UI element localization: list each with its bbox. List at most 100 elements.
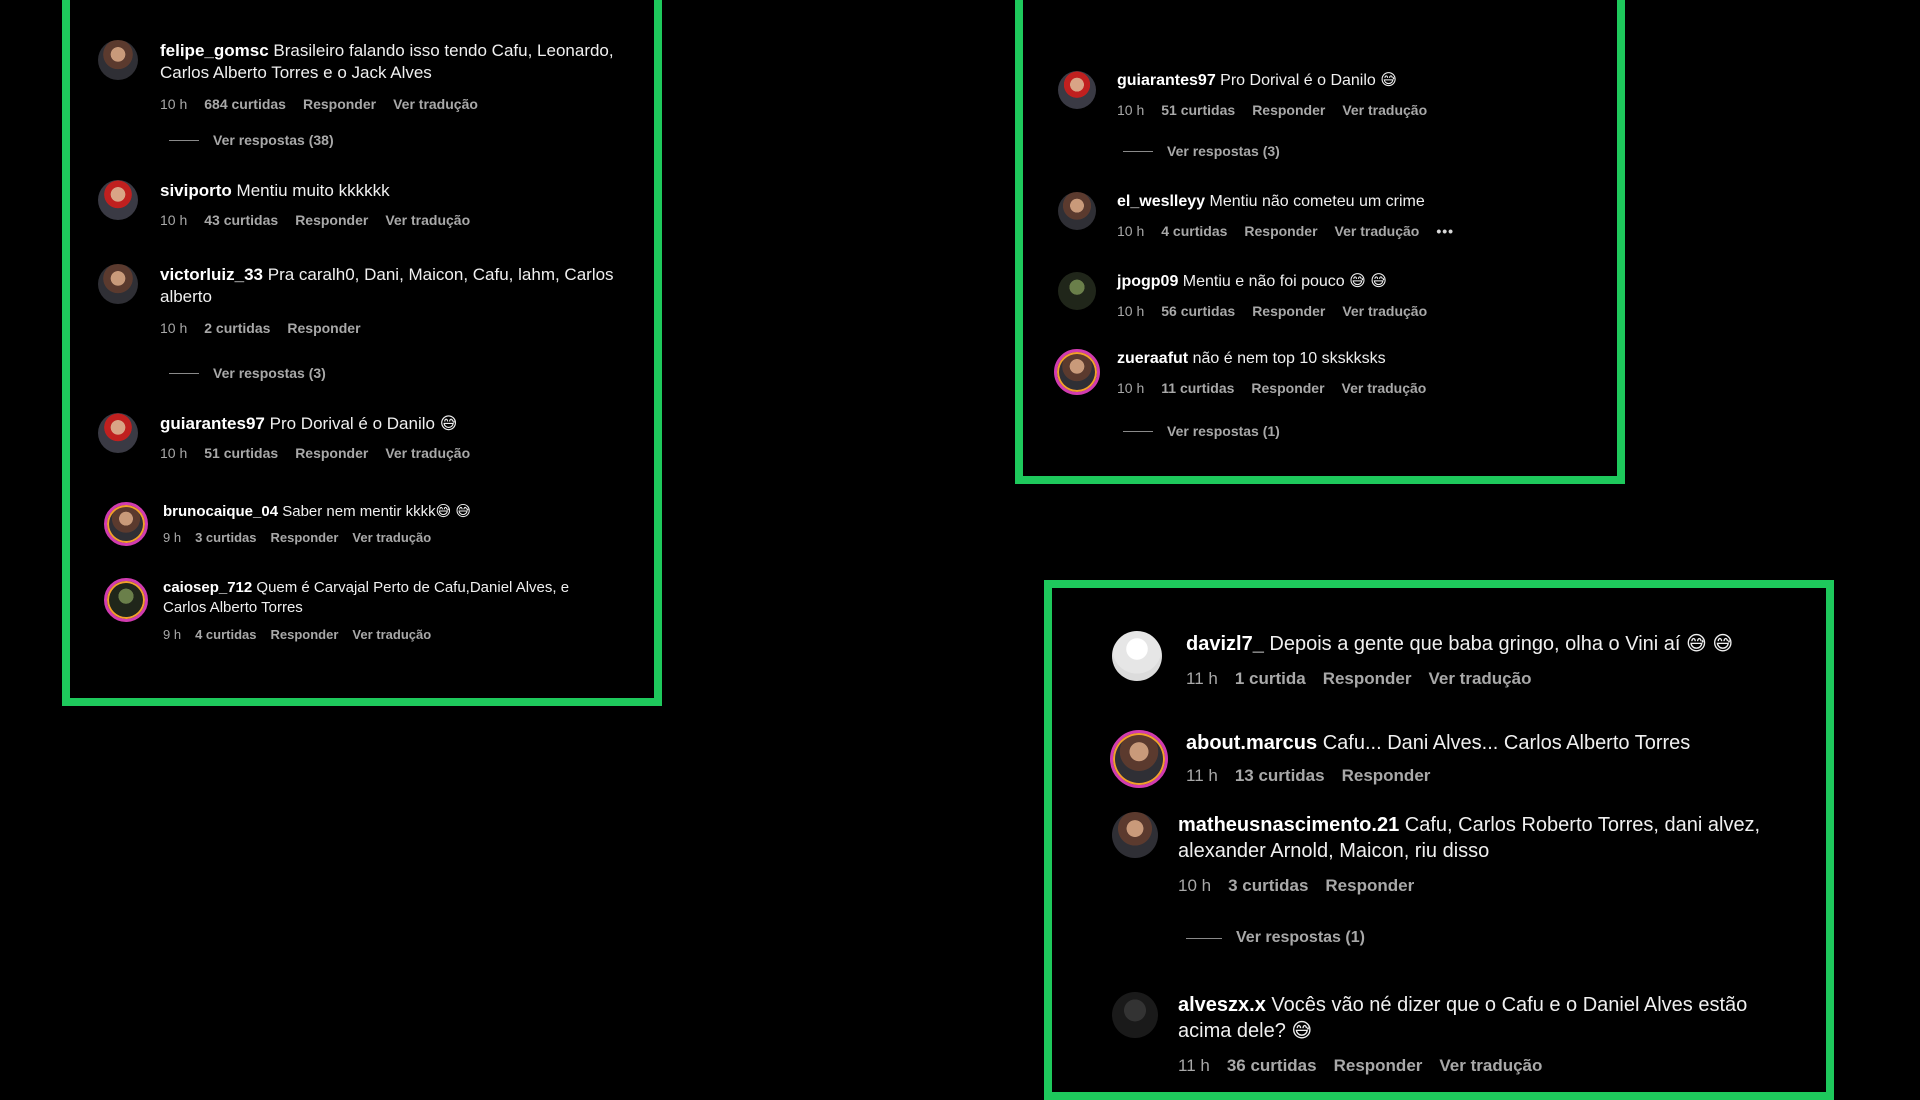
comment-meta: 11 h 1 curtida Responder Ver tradução [1186,669,1733,689]
avatar[interactable] [1112,631,1162,681]
timestamp: 10 h [1117,379,1145,396]
comment-body: Cafu... Dani Alves... Carlos Alberto Tor… [1322,732,1691,754]
username[interactable]: alveszx.x [1178,994,1266,1016]
username[interactable]: el_weslleyy [1117,193,1205,210]
likes-count[interactable]: 4 curtidas [195,627,256,642]
view-replies-button[interactable]: Ver respostas (1) [1123,423,1280,439]
likes-count[interactable]: 43 curtidas [204,212,278,228]
translate-button[interactable]: Ver tradução [352,530,431,545]
likes-count[interactable]: 3 curtidas [195,530,256,545]
comment-meta: 10 h 51 curtidas Responder Ver tradução [1117,102,1427,118]
comment-body: não é nem top 10 skskksks [1192,350,1386,367]
comment-item: caiosep_712 Quem é Carvajal Perto de Caf… [104,578,569,642]
reply-button[interactable]: Responder [303,96,376,112]
comment-item: davizl7_ Depois a gente que baba gringo,… [1112,631,1733,689]
avatar[interactable] [98,264,138,304]
comment-meta: 10 h 4 curtidas Responder Ver tradução •… [1117,223,1454,239]
comment-meta: 11 h 36 curtidas Responder Ver tradução [1178,1056,1747,1076]
translate-button[interactable]: Ver tradução [1335,223,1420,239]
likes-count[interactable]: 56 curtidas [1161,303,1235,319]
comment-item: guiarantes97 Pro Dorival é o Danilo 😅 10… [98,413,470,461]
likes-count[interactable]: 4 curtidas [1161,223,1227,239]
avatar[interactable] [104,502,148,546]
reply-button[interactable]: Responder [1342,766,1431,786]
reply-button[interactable]: Responder [287,320,360,336]
comment-meta: 10 h 11 curtidas Responder Ver tradução [1117,380,1426,396]
likes-count[interactable]: 13 curtidas [1235,766,1325,786]
translate-button[interactable]: Ver tradução [1342,380,1427,396]
reply-button[interactable]: Responder [1334,1056,1423,1076]
likes-count[interactable]: 1 curtida [1235,669,1306,689]
username[interactable]: about.marcus [1186,732,1317,754]
likes-count[interactable]: 2 curtidas [204,320,270,336]
comment-text: guiarantes97 Pro Dorival é o Danilo 😅 [160,413,470,435]
translate-button[interactable]: Ver tradução [352,627,431,642]
reply-button[interactable]: Responder [1251,380,1324,396]
avatar[interactable] [1112,992,1158,1038]
username[interactable]: guiarantes97 [160,414,265,433]
view-replies-button[interactable]: Ver respostas (38) [169,132,334,148]
comment-item: zueraafut não é nem top 10 skskksks 10 h… [1054,349,1426,396]
username[interactable]: davizl7_ [1186,633,1264,655]
reply-button[interactable]: Responder [295,212,368,228]
username[interactable]: caiosep_712 [163,579,252,596]
avatar[interactable] [1054,349,1100,395]
translate-button[interactable]: Ver tradução [393,96,478,112]
username[interactable]: brunocaique_04 [163,503,278,520]
translate-button[interactable]: Ver tradução [1428,669,1531,689]
translate-button[interactable]: Ver tradução [1342,102,1427,118]
avatar[interactable] [1058,71,1096,109]
avatar[interactable] [1112,812,1158,858]
timestamp: 11 h [1186,766,1218,785]
view-replies-button[interactable]: Ver respostas (3) [169,365,326,381]
username[interactable]: felipe_gomsc [160,41,269,60]
comments-panel-top-right: guiarantes97 Pro Dorival é o Danilo 😅 10… [1015,0,1625,484]
reply-button[interactable]: Responder [1325,876,1414,896]
avatar[interactable] [1110,730,1168,788]
comment-body: Mentiu não cometeu um crime [1209,193,1425,210]
more-options-icon[interactable]: ••• [1436,223,1454,239]
likes-count[interactable]: 11 curtidas [1161,380,1234,396]
avatar[interactable] [98,180,138,220]
view-replies-label: Ver respostas (3) [1167,143,1280,159]
comment-meta: 9 h 3 curtidas Responder Ver tradução [163,530,471,545]
reply-button[interactable]: Responder [271,530,339,545]
reply-button[interactable]: Responder [271,627,339,642]
username[interactable]: guiarantes97 [1117,72,1216,89]
avatar[interactable] [1058,192,1096,230]
comment-body: Saber nem mentir kkkk😅 😅 [282,503,472,520]
reply-button[interactable]: Responder [1252,303,1325,319]
comment-meta: 10 h 51 curtidas Responder Ver tradução [160,445,470,461]
timestamp: 10 h [160,320,188,337]
username[interactable]: jpogp09 [1117,273,1178,290]
avatar[interactable] [104,578,148,622]
comments-panel-left: felipe_gomsc Brasileiro falando isso ten… [62,0,662,706]
comment-body-cont: acima dele? 😅 [1178,1020,1313,1042]
avatar[interactable] [98,413,138,453]
avatar[interactable] [98,40,138,80]
username[interactable]: siviporto [160,181,232,200]
comment-meta: 11 h 13 curtidas Responder [1186,766,1690,786]
likes-count[interactable]: 3 curtidas [1228,876,1308,896]
translate-button[interactable]: Ver tradução [1342,303,1427,319]
likes-count[interactable]: 684 curtidas [204,96,286,112]
comment-body: Pro Dorival é o Danilo 😅 [269,414,458,433]
translate-button[interactable]: Ver tradução [385,445,470,461]
translate-button[interactable]: Ver tradução [1439,1056,1542,1076]
view-replies-label: Ver respostas (1) [1167,423,1280,439]
likes-count[interactable]: 36 curtidas [1227,1056,1317,1076]
view-replies-button[interactable]: Ver respostas (1) [1186,929,1365,947]
avatar[interactable] [1058,272,1096,310]
likes-count[interactable]: 51 curtidas [204,445,278,461]
username[interactable]: matheusnascimento.21 [1178,814,1399,836]
likes-count[interactable]: 51 curtidas [1161,102,1235,118]
reply-button[interactable]: Responder [1252,102,1325,118]
reply-button[interactable]: Responder [295,445,368,461]
view-replies-button[interactable]: Ver respostas (3) [1123,143,1280,159]
comment-item: victorluiz_33 Pra caralh0, Dani, Maicon,… [98,264,614,336]
translate-button[interactable]: Ver tradução [385,212,470,228]
username[interactable]: zueraafut [1117,350,1188,367]
reply-button[interactable]: Responder [1323,669,1412,689]
username[interactable]: victorluiz_33 [160,265,263,284]
reply-button[interactable]: Responder [1244,223,1317,239]
